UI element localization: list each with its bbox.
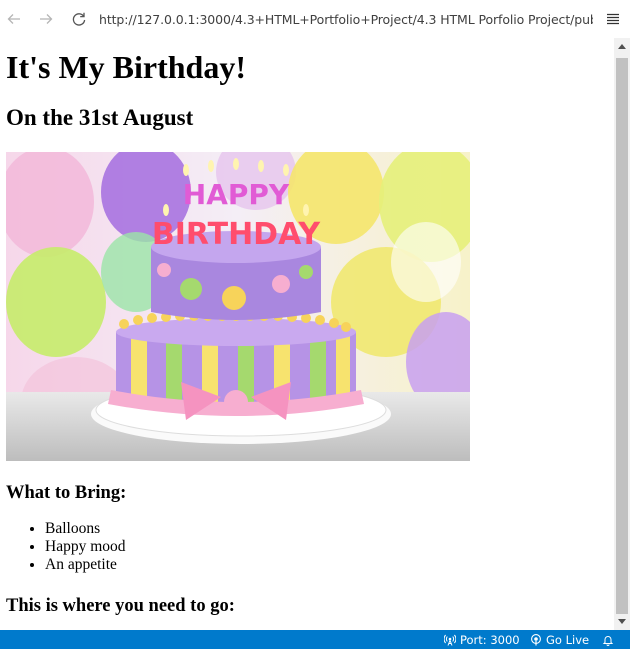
back-button[interactable] xyxy=(2,7,26,31)
image-text-birthday: BIRTHDAY xyxy=(152,217,322,252)
caret-up-icon xyxy=(618,44,626,49)
scroll-up-button[interactable] xyxy=(614,38,630,54)
bell-icon xyxy=(602,635,614,646)
cake-illustration: HAPPY BIRTHDAY xyxy=(6,152,470,461)
go-live-label: Go Live xyxy=(546,632,590,647)
broadcast-icon xyxy=(444,634,456,646)
scroll-down-button[interactable] xyxy=(614,614,630,630)
list-item: Happy mood xyxy=(45,538,126,556)
notifications-button[interactable] xyxy=(602,630,614,649)
port-label: Port: 3000 xyxy=(460,632,520,647)
radio-icon xyxy=(531,633,541,645)
bring-list: Balloons Happy mood An appetite xyxy=(6,520,126,574)
list-item: Balloons xyxy=(45,520,126,538)
arrow-right-icon xyxy=(40,14,53,24)
scrollbar-thumb[interactable] xyxy=(616,58,628,614)
port-status[interactable]: Port: 3000 xyxy=(444,630,520,649)
where-to-go-heading: This is where you need to go: xyxy=(6,596,235,616)
address-bar[interactable]: http://127.0.0.1:3000/4.3+HTML+Portfolio… xyxy=(99,12,593,27)
forward-button[interactable] xyxy=(34,7,58,31)
go-live-button[interactable]: Go Live xyxy=(530,630,589,649)
page-title: It's My Birthday! xyxy=(6,49,246,85)
page-subtitle: On the 31st August xyxy=(6,105,194,130)
image-text-happy: HAPPY xyxy=(183,178,290,211)
arrow-left-icon xyxy=(7,14,20,24)
menu-button[interactable] xyxy=(604,10,622,28)
reload-icon xyxy=(72,12,86,26)
what-to-bring-heading: What to Bring: xyxy=(6,483,127,503)
status-bar: Port: 3000 Go Live xyxy=(0,630,630,649)
hamburger-menu-icon xyxy=(607,13,619,25)
reload-button[interactable] xyxy=(67,7,91,31)
vertical-scrollbar[interactable] xyxy=(614,38,630,630)
browser-toolbar: http://127.0.0.1:3000/4.3+HTML+Portfolio… xyxy=(0,0,630,38)
list-item: An appetite xyxy=(45,556,126,574)
page-viewport: It's My Birthday! On the 31st August HAP… xyxy=(0,38,614,630)
birthday-cake-image: HAPPY BIRTHDAY xyxy=(6,152,470,461)
caret-down-icon xyxy=(618,619,626,624)
